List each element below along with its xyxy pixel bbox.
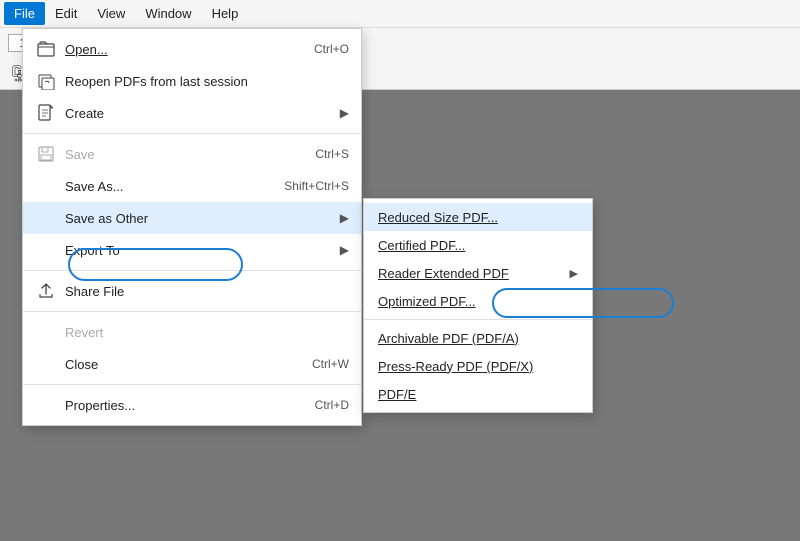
open-shortcut: Ctrl+O xyxy=(314,42,349,56)
menu-item-close[interactable]: Close Ctrl+W xyxy=(23,348,361,380)
properties-label: Properties... xyxy=(65,398,315,413)
revert-icon xyxy=(35,321,57,343)
menu-item-reopen[interactable]: Reopen PDFs from last session xyxy=(23,65,361,97)
menubar: File Edit View Window Help xyxy=(0,0,800,28)
properties-icon xyxy=(35,394,57,416)
saveasother-label: Save as Other xyxy=(65,211,332,226)
submenu-item-reduced[interactable]: Reduced Size PDF... xyxy=(364,203,592,231)
reopen-label: Reopen PDFs from last session xyxy=(65,74,349,89)
menu-item-properties[interactable]: Properties... Ctrl+D xyxy=(23,389,361,421)
revert-label: Revert xyxy=(65,325,349,340)
menu-item-saveas[interactable]: Save As... Shift+Ctrl+S xyxy=(23,170,361,202)
create-arrow: ▶ xyxy=(340,106,349,120)
open-icon xyxy=(35,38,57,60)
reader-ext-label: Reader Extended PDF xyxy=(378,266,566,281)
saveas-shortcut: Shift+Ctrl+S xyxy=(284,179,349,193)
reopen-icon xyxy=(35,70,57,92)
submenu-item-reader-ext[interactable]: Reader Extended PDF ▶ xyxy=(364,259,592,287)
separator-2 xyxy=(23,270,361,271)
reduced-label: Reduced Size PDF... xyxy=(378,210,578,225)
exportto-arrow: ▶ xyxy=(340,243,349,257)
exportto-icon xyxy=(35,239,57,261)
close-shortcut: Ctrl+W xyxy=(312,357,349,371)
menu-file[interactable]: File xyxy=(4,2,45,25)
saveas-icon xyxy=(35,175,57,197)
sharefile-label: Share File xyxy=(65,284,349,299)
close-label: Close xyxy=(65,357,312,372)
properties-shortcut: Ctrl+D xyxy=(315,398,349,412)
separator-4 xyxy=(23,384,361,385)
file-menu-dropdown: Open... Ctrl+O Reopen PDFs from last ses… xyxy=(22,28,362,426)
open-label: Open... xyxy=(65,42,314,57)
submenu-separator-1 xyxy=(364,319,592,320)
reader-ext-arrow: ▶ xyxy=(570,267,578,280)
menu-item-revert[interactable]: Revert xyxy=(23,316,361,348)
menu-help[interactable]: Help xyxy=(202,2,249,25)
menu-item-saveasother[interactable]: Save as Other ▶ Reduced Size PDF... Cert… xyxy=(23,202,361,234)
submenu-item-optimized[interactable]: Optimized PDF... xyxy=(364,287,592,315)
pressready-label: Press-Ready PDF (PDF/X) xyxy=(378,359,578,374)
saveasother-icon xyxy=(35,207,57,229)
saveasother-submenu: Reduced Size PDF... Certified PDF... Rea… xyxy=(363,198,593,413)
submenu-item-pressready[interactable]: Press-Ready PDF (PDF/X) xyxy=(364,352,592,380)
optimized-label: Optimized PDF... xyxy=(378,294,578,309)
separator-1 xyxy=(23,133,361,134)
separator-3 xyxy=(23,311,361,312)
submenu-item-pdfe[interactable]: PDF/E xyxy=(364,380,592,408)
menu-view[interactable]: View xyxy=(87,2,135,25)
saveasother-arrow: ▶ xyxy=(340,211,349,225)
save-label: Save xyxy=(65,147,315,162)
create-label: Create xyxy=(65,106,332,121)
exportto-label: Export To xyxy=(65,243,332,258)
saveas-label: Save As... xyxy=(65,179,284,194)
menu-item-save[interactable]: Save Ctrl+S xyxy=(23,138,361,170)
close-icon xyxy=(35,353,57,375)
save-icon xyxy=(35,143,57,165)
menu-window[interactable]: Window xyxy=(135,2,201,25)
save-shortcut: Ctrl+S xyxy=(315,147,349,161)
menu-edit[interactable]: Edit xyxy=(45,2,87,25)
menu-item-open[interactable]: Open... Ctrl+O xyxy=(23,33,361,65)
menu-item-create[interactable]: Create ▶ xyxy=(23,97,361,129)
create-icon xyxy=(35,102,57,124)
certified-label: Certified PDF... xyxy=(378,238,578,253)
menu-item-sharefile[interactable]: Share File xyxy=(23,275,361,307)
pdfe-label: PDF/E xyxy=(378,387,578,402)
submenu-item-certified[interactable]: Certified PDF... xyxy=(364,231,592,259)
submenu-item-archivable[interactable]: Archivable PDF (PDF/A) xyxy=(364,324,592,352)
menu-item-exportto[interactable]: Export To ▶ xyxy=(23,234,361,266)
archivable-label: Archivable PDF (PDF/A) xyxy=(378,331,578,346)
sharefile-icon xyxy=(35,280,57,302)
